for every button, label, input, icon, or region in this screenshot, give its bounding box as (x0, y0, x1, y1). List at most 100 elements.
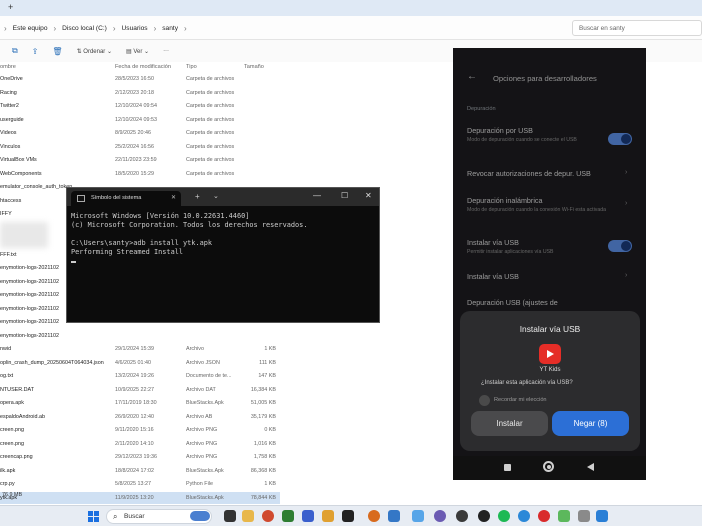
github-icon[interactable] (478, 510, 490, 522)
back-icon[interactable] (587, 463, 594, 471)
file-date: 26/9/2020 12:40 (115, 413, 154, 420)
maximize-button[interactable]: ☐ (341, 191, 348, 200)
search-icon: ⌕ (113, 512, 118, 521)
remember-checkbox[interactable] (479, 395, 490, 406)
recents-icon[interactable] (504, 464, 511, 471)
deny-button[interactable]: Negar (8) (552, 411, 629, 436)
app-icon[interactable] (456, 510, 468, 522)
file-date: 18/8/2024 17:02 (115, 467, 154, 474)
file-row[interactable]: NTUSER.DAT 10/9/2025 22:27 Archivo DAT 16,3… (0, 384, 280, 396)
cmd-title-bar[interactable]: Símbolo del sistema ✕ + ⌄ — ☐ ✕ (67, 188, 379, 206)
spotify-icon[interactable] (498, 510, 510, 522)
file-row[interactable]: creencap.png 29/12/2023 19:36 Archivo PNG 1… (0, 451, 280, 463)
breadcrumb-item[interactable]: Usuarios (122, 25, 148, 32)
file-size: 0 KB (264, 427, 276, 433)
file-row[interactable]: oplin_crash_dump_20250604T064034.json 4/6… (0, 357, 280, 369)
file-name: Videos (0, 130, 17, 136)
chevron-right-icon: › (184, 23, 187, 33)
minimize-button[interactable]: — (313, 191, 321, 200)
file-type: Carpeta de archivos (186, 143, 235, 150)
app-icon[interactable] (388, 510, 400, 522)
file-size: 1,758 KB (253, 454, 276, 460)
home-icon[interactable] (543, 461, 554, 472)
cmd-window[interactable]: Símbolo del sistema ✕ + ⌄ — ☐ ✕ Microsof… (66, 187, 380, 323)
more-button[interactable]: ··· (163, 48, 169, 54)
new-tab-button[interactable]: + (8, 2, 13, 12)
file-row[interactable]: userguide 12/10/2024 09:53 Carpeta de arch… (0, 114, 280, 126)
file-type: Carpeta de archivos (186, 103, 235, 109)
sort-button[interactable]: ⇅ Ordenar ⌄ (77, 48, 112, 55)
close-button[interactable]: ✕ (365, 191, 372, 200)
file-name: oplin_crash_dump_20250604T064034.json (0, 359, 104, 366)
address-bar[interactable]: › Este equipo › Disco local (C:) › Usuar… (0, 16, 702, 40)
breadcrumb-item[interactable]: Este equipo (13, 25, 48, 32)
file-row[interactable]: ilk.apk 18/8/2024 17:02 BlueStacks.Apk 86,3… (0, 465, 280, 477)
breadcrumb: › Este equipo › Disco local (C:) › Usuar… (0, 16, 187, 40)
file-name: crp.py (0, 481, 15, 487)
taskbar-widget-icon[interactable] (190, 511, 210, 521)
app-icon[interactable] (412, 510, 424, 522)
file-row[interactable]: creen.png 9/11/2020 15:16 Archivo PNG 0 KB (0, 424, 280, 436)
app-icon[interactable] (368, 510, 380, 522)
remember-label[interactable]: Recordar mi elección (494, 397, 547, 403)
app-icon[interactable] (302, 510, 314, 522)
file-name: Twitter2 (0, 103, 19, 109)
file-name: Vinculos (0, 143, 21, 150)
breadcrumb-item[interactable]: santy (162, 25, 178, 32)
file-row[interactable]: Videos 8/9/2025 20:46 Carpeta de archivos (0, 127, 280, 139)
file-size: 111 KB (259, 359, 276, 366)
file-row[interactable]: OneDrive 28/5/2023 16:50 Carpeta de archiv… (0, 73, 280, 85)
file-name: VirtualBox VMs (0, 157, 37, 163)
column-header-size[interactable]: Tamaño (244, 64, 264, 70)
app-icon[interactable] (578, 510, 590, 522)
file-date: 4/6/2025 01:40 (115, 359, 151, 366)
app-icon[interactable] (596, 510, 608, 522)
windows-start-icon[interactable] (88, 511, 99, 522)
file-name: creen.png (0, 440, 24, 447)
file-row[interactable]: WebComponents 18/5/2020 15:29 Carpeta de a… (0, 168, 280, 180)
file-name: Racing (0, 89, 17, 96)
column-header-type[interactable]: Tipo (186, 64, 197, 70)
share-icon[interactable]: ⇪ (32, 47, 39, 56)
chevron-down-icon[interactable]: ⌄ (213, 192, 219, 200)
file-row[interactable]: espaldoAndroid.ab 26/9/2020 12:40 Archivo … (0, 411, 280, 423)
file-row[interactable]: opera.apk 17/11/2019 18:30 BlueStacks.Apk 5… (0, 397, 280, 409)
file-type: Carpeta de archivos (186, 89, 235, 96)
app-icon[interactable] (558, 510, 570, 522)
app-icon[interactable] (434, 510, 446, 522)
cmd-tab[interactable]: Símbolo del sistema ✕ (71, 191, 181, 206)
app-icon[interactable] (518, 510, 530, 522)
install-button[interactable]: Instalar (471, 411, 548, 436)
file-date: 12/10/2024 09:54 (115, 103, 157, 109)
app-icon[interactable] (342, 510, 354, 522)
app-icon[interactable] (322, 510, 334, 522)
file-row[interactable]: nwid 29/1/2024 15:39 Archivo 1 KB (0, 343, 280, 355)
terminal-icon (77, 195, 85, 202)
column-header-name[interactable]: ombre (0, 64, 16, 70)
youtube-icon[interactable] (538, 510, 550, 522)
file-row[interactable]: Twitter2 12/10/2024 09:54 Carpeta de archi… (0, 100, 280, 112)
install-dialog: Instalar vía USB YT Kids ¿Instalar esta … (460, 311, 640, 451)
file-row[interactable]: Vinculos 25/2/2024 16:56 Carpeta de archiv… (0, 141, 280, 153)
column-header-date[interactable]: Fecha de modificación (115, 64, 171, 70)
cmd-output[interactable]: Microsoft Windows [Versión 10.0.22631.44… (71, 212, 371, 265)
file-size: 78,844 KB (250, 494, 276, 501)
app-icon[interactable] (282, 510, 294, 522)
close-tab-icon[interactable]: ✕ (171, 194, 176, 201)
chrome-icon[interactable] (262, 510, 274, 522)
copy-icon[interactable]: ⧉ (12, 46, 18, 56)
file-row[interactable]: VirtualBox VMs 22/11/2023 23:59 Carpeta de… (0, 154, 280, 166)
file-row[interactable]: Racing 2/12/2023 20:18 Carpeta de archivos (0, 87, 280, 99)
file-row[interactable]: og.txt 13/2/2024 19:26 Documento de te... 1… (0, 370, 280, 382)
file-row[interactable]: creen.png 2/11/2020 14:10 Archivo PNG 1,016… (0, 438, 280, 450)
task-view-icon[interactable] (224, 510, 236, 522)
search-input[interactable]: Buscar en santy (572, 20, 702, 36)
view-button[interactable]: ▤ Ver ⌄ (126, 48, 149, 55)
new-tab-button[interactable]: + (195, 192, 200, 201)
file-type: BlueStacks.Apk (186, 467, 224, 474)
file-row[interactable]: enymotion-logs-2021102 (0, 330, 280, 342)
file-explorer-icon[interactable] (242, 510, 254, 522)
breadcrumb-item[interactable]: Disco local (C:) (62, 25, 107, 32)
file-row[interactable]: crp.py 5/8/2025 13:27 Python File 1 KB (0, 478, 280, 490)
delete-icon[interactable]: 🗑 (52, 47, 62, 56)
